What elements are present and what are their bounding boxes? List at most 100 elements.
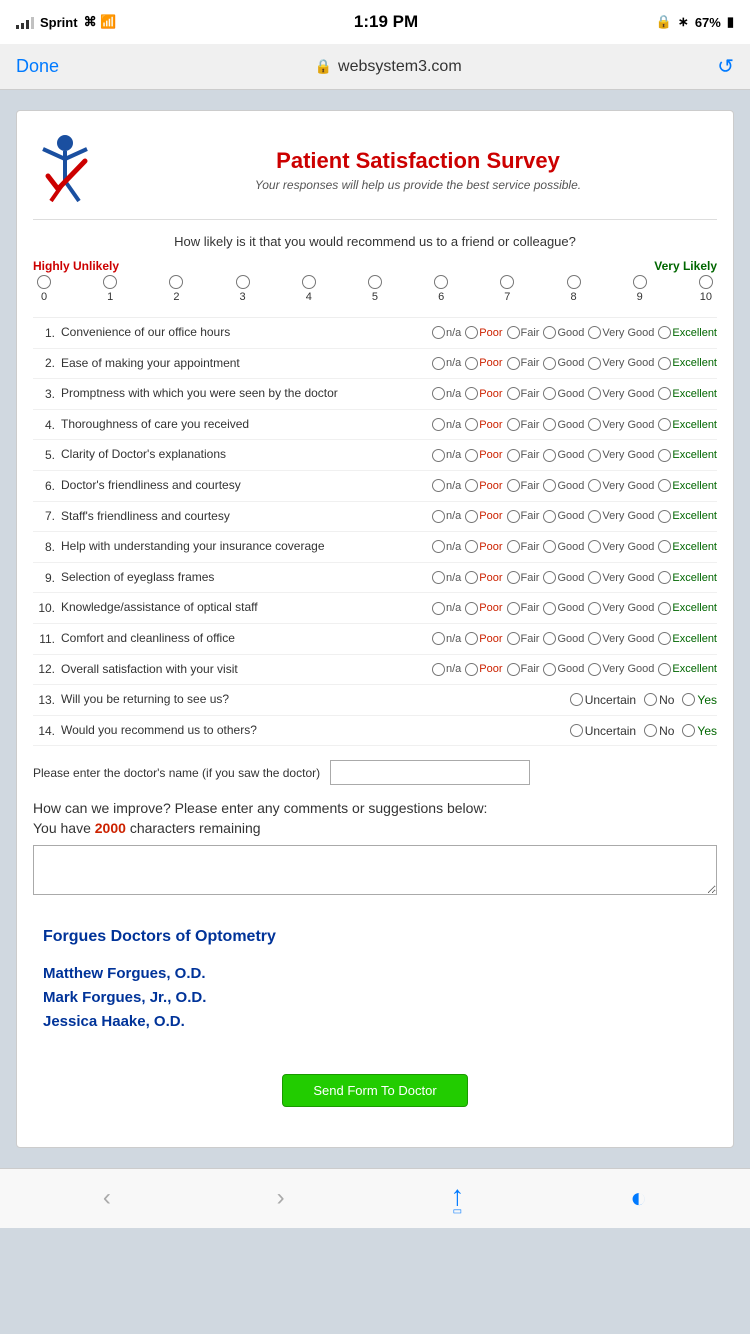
option-good[interactable]: Good (543, 602, 584, 615)
option-good[interactable]: Good (543, 632, 584, 645)
option-good[interactable]: Good (543, 387, 584, 400)
option-na[interactable]: n/a (432, 357, 461, 370)
option-poor[interactable]: Poor (465, 663, 502, 676)
compass-button[interactable]: ◐ (630, 1182, 647, 1214)
option-verygood[interactable]: Very Good (588, 602, 654, 615)
back-button[interactable]: ‹ (103, 1184, 111, 1212)
option-good[interactable]: Good (543, 479, 584, 492)
nps-1[interactable]: 1 (103, 275, 117, 303)
option-fair[interactable]: Fair (507, 632, 540, 645)
option-excellent[interactable]: Excellent (658, 632, 717, 645)
nps-5[interactable]: 5 (368, 275, 382, 303)
option-excellent[interactable]: Excellent (658, 326, 717, 339)
refresh-icon[interactable]: ↺ (717, 54, 734, 79)
option-fair[interactable]: Fair (507, 449, 540, 462)
option-good[interactable]: Good (543, 326, 584, 339)
nps-3[interactable]: 3 (236, 275, 250, 303)
nps-10[interactable]: 10 (699, 275, 713, 303)
option-na[interactable]: n/a (432, 387, 461, 400)
nps-0[interactable]: 0 (37, 275, 51, 303)
option-poor[interactable]: Poor (465, 479, 502, 492)
nps-7[interactable]: 7 (500, 275, 514, 303)
option-na[interactable]: n/a (432, 632, 461, 645)
nps-4[interactable]: 4 (302, 275, 316, 303)
option-verygood[interactable]: Very Good (588, 540, 654, 553)
q13-no[interactable]: No (644, 693, 674, 707)
option-excellent[interactable]: Excellent (658, 449, 717, 462)
option-poor[interactable]: Poor (465, 510, 502, 523)
option-poor[interactable]: Poor (465, 540, 502, 553)
option-excellent[interactable]: Excellent (658, 418, 717, 431)
option-good[interactable]: Good (543, 449, 584, 462)
option-verygood[interactable]: Very Good (588, 387, 654, 400)
share-button[interactable]: ↑▭ (450, 1180, 464, 1217)
option-poor[interactable]: Poor (465, 632, 502, 645)
q13-uncertain[interactable]: Uncertain (570, 693, 636, 707)
option-good[interactable]: Good (543, 571, 584, 584)
option-na[interactable]: n/a (432, 571, 461, 584)
option-excellent[interactable]: Excellent (658, 357, 717, 370)
nps-2[interactable]: 2 (169, 275, 183, 303)
option-good[interactable]: Good (543, 540, 584, 553)
option-good[interactable]: Good (543, 418, 584, 431)
option-fair[interactable]: Fair (507, 571, 540, 584)
option-poor[interactable]: Poor (465, 602, 502, 615)
option-na[interactable]: n/a (432, 602, 461, 615)
option-poor[interactable]: Poor (465, 387, 502, 400)
option-excellent[interactable]: Excellent (658, 663, 717, 676)
option-poor[interactable]: Poor (465, 326, 502, 339)
option-excellent[interactable]: Excellent (658, 510, 717, 523)
q14-no[interactable]: No (644, 724, 674, 738)
option-na[interactable]: n/a (432, 510, 461, 523)
option-excellent[interactable]: Excellent (658, 479, 717, 492)
option-poor[interactable]: Poor (465, 418, 502, 431)
option-fair[interactable]: Fair (507, 540, 540, 553)
option-good[interactable]: Good (543, 357, 584, 370)
option-na[interactable]: n/a (432, 663, 461, 676)
option-verygood[interactable]: Very Good (588, 663, 654, 676)
option-excellent[interactable]: Excellent (658, 602, 717, 615)
option-excellent[interactable]: Excellent (658, 540, 717, 553)
submit-button[interactable]: Send Form To Doctor (282, 1074, 467, 1107)
nps-9[interactable]: 9 (633, 275, 647, 303)
doctor-name-input[interactable] (330, 760, 530, 785)
option-fair[interactable]: Fair (507, 326, 540, 339)
q14-yes[interactable]: Yes (682, 724, 717, 738)
option-poor[interactable]: Poor (465, 571, 502, 584)
option-fair[interactable]: Fair (507, 357, 540, 370)
option-verygood[interactable]: Very Good (588, 418, 654, 431)
q13-yes[interactable]: Yes (682, 693, 717, 707)
option-poor[interactable]: Poor (465, 357, 502, 370)
comments-textarea[interactable] (33, 845, 717, 895)
option-fair[interactable]: Fair (507, 510, 540, 523)
q14-uncertain[interactable]: Uncertain (570, 724, 636, 738)
url-bar[interactable]: 🔒 websystem3.com (315, 58, 462, 76)
option-na[interactable]: n/a (432, 479, 461, 492)
option-na[interactable]: n/a (432, 418, 461, 431)
option-verygood[interactable]: Very Good (588, 571, 654, 584)
done-button[interactable]: Done (16, 56, 59, 77)
option-excellent[interactable]: Excellent (658, 571, 717, 584)
nps-6[interactable]: 6 (434, 275, 448, 303)
forward-button[interactable]: › (277, 1184, 285, 1212)
option-fair[interactable]: Fair (507, 479, 540, 492)
option-verygood[interactable]: Very Good (588, 449, 654, 462)
battery-icon: ▮ (727, 14, 734, 30)
option-fair[interactable]: Fair (507, 663, 540, 676)
option-fair[interactable]: Fair (507, 602, 540, 615)
option-na[interactable]: n/a (432, 449, 461, 462)
option-verygood[interactable]: Very Good (588, 479, 654, 492)
option-verygood[interactable]: Very Good (588, 326, 654, 339)
option-na[interactable]: n/a (432, 540, 461, 553)
option-poor[interactable]: Poor (465, 449, 502, 462)
option-good[interactable]: Good (543, 663, 584, 676)
option-na[interactable]: n/a (432, 326, 461, 339)
option-good[interactable]: Good (543, 510, 584, 523)
option-fair[interactable]: Fair (507, 418, 540, 431)
option-verygood[interactable]: Very Good (588, 510, 654, 523)
nps-8[interactable]: 8 (567, 275, 581, 303)
option-verygood[interactable]: Very Good (588, 632, 654, 645)
option-fair[interactable]: Fair (507, 387, 540, 400)
option-verygood[interactable]: Very Good (588, 357, 654, 370)
option-excellent[interactable]: Excellent (658, 387, 717, 400)
